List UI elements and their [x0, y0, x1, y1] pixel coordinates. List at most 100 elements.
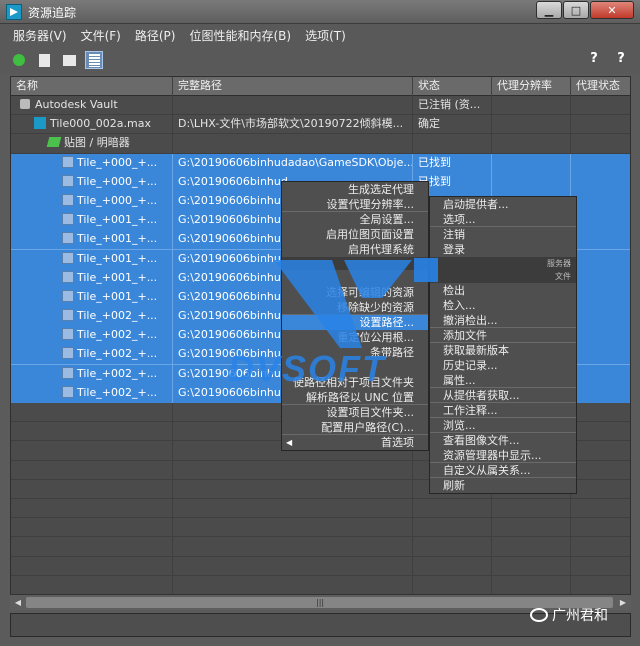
cell-proxy-resolution [492, 134, 571, 154]
menu-bitmap-performance[interactable]: 位图性能和内存(B) [182, 27, 298, 44]
left-menu-item[interactable]: 解析路径以 UNC 位置 [282, 390, 428, 405]
left-menu-item-label: 首选项 [381, 436, 414, 449]
context-help-icon[interactable]: ? [612, 51, 630, 69]
left-menu-item[interactable]: 设置路径... [282, 315, 428, 330]
cell-path: G:\20190606binhudadao\GameSDK\Obje... [173, 153, 413, 173]
left-menu-item[interactable]: 配置用户路径(C)... [282, 420, 428, 435]
column-proxy-resolution[interactable]: 代理分辨率 [492, 77, 571, 96]
row-name-text: Tile_+002_+... [77, 328, 158, 342]
empty-cell [11, 422, 173, 442]
cell-proxy-status [571, 364, 630, 384]
right-menu-item[interactable]: 检出 [430, 283, 576, 298]
left-menu-item[interactable]: 设置项目文件夹... [282, 405, 428, 420]
help-icon[interactable]: ? [585, 51, 603, 69]
empty-cell [173, 460, 413, 480]
left-menu-item[interactable]: 启用位图页面设置 [282, 227, 428, 242]
table-row[interactable]: Tile000_002a.max D:\LHX-文件\市场部软文\20190722… [11, 115, 630, 135]
empty-cell [413, 498, 492, 518]
right-menu-section-header: 服务器 [430, 257, 576, 270]
image-file-icon [62, 328, 74, 341]
empty-cell [413, 556, 492, 576]
close-button[interactable]: ✕ [590, 1, 634, 19]
right-menu-item[interactable]: 刷新 [430, 478, 576, 493]
cell-path: D:\LHX-文件\市场部软文\20190722倾斜模... [173, 115, 413, 135]
corner-badge-text: 广州君和 [552, 608, 608, 624]
column-status[interactable]: 状态 [413, 77, 492, 96]
image-file-icon [62, 289, 74, 302]
menu-path[interactable]: 路径(P) [128, 27, 183, 44]
left-menu-item[interactable] [282, 270, 428, 285]
thumbnail-view-icon[interactable] [60, 51, 78, 69]
right-menu-item[interactable]: 查看图像文件... [430, 433, 576, 448]
left-menu-item[interactable] [282, 360, 428, 375]
left-menu-item[interactable]: 生成选定代理 [282, 182, 428, 197]
cell-name: Tile_+002_+... [11, 326, 173, 346]
column-full-path[interactable]: 完整路径 [173, 77, 413, 96]
right-menu-item[interactable]: 启动提供者... [430, 197, 576, 212]
right-menu-item-label: 启动提供者... [443, 198, 509, 211]
cell-proxy-status [571, 345, 630, 365]
left-menu-item[interactable]: 使路径相对于项目文件夹 [282, 375, 428, 390]
right-menu-item[interactable]: 历史记录... [430, 358, 576, 373]
image-file-icon [62, 270, 74, 283]
right-menu-item[interactable]: 工作注释... [430, 403, 576, 418]
right-menu-item[interactable]: 撤消检出... [430, 313, 576, 328]
right-menu-item[interactable]: 添加文件 [430, 328, 576, 343]
row-name-text: Tile_+002_+... [77, 385, 158, 399]
left-menu-item[interactable]: 条带路径 [282, 345, 428, 360]
empty-cell [173, 479, 413, 499]
maximize-button[interactable]: □ [563, 1, 589, 19]
right-menu-item[interactable]: 选项... [430, 212, 576, 227]
minimize-button[interactable]: ▁ [536, 1, 562, 19]
table-view-icon[interactable] [85, 51, 103, 69]
right-menu-item[interactable]: 浏览... [430, 418, 576, 433]
scroll-right-icon[interactable]: ▶ [616, 597, 630, 609]
right-menu-item[interactable]: 属性... [430, 373, 576, 388]
column-name[interactable]: 名称 [11, 77, 173, 96]
right-menu-item[interactable]: 获取最新版本 [430, 343, 576, 358]
right-menu-item[interactable]: 检入... [430, 298, 576, 313]
cell-name: Tile_+000_+... [11, 172, 173, 192]
table-row[interactable]: Autodesk Vault 已注销 (资... [11, 96, 630, 116]
table-row[interactable]: Tile_+000_+... G:\20190606binhudadao\Game… [11, 153, 630, 173]
left-menu-item-label: 条带路径 [370, 346, 414, 359]
refresh-icon[interactable] [10, 51, 28, 69]
cell-proxy-resolution [492, 115, 571, 135]
menu-server[interactable]: 服务器(V) [6, 27, 74, 44]
scroll-left-icon[interactable]: ◀ [11, 597, 25, 609]
row-name-text: Tile_+001_+... [77, 213, 158, 227]
cell-name: Tile_+001_+... [11, 287, 173, 307]
menu-file[interactable]: 文件(F) [74, 27, 128, 44]
row-name-text: Tile_+001_+... [77, 289, 158, 303]
corner-badge: 广州君和 [530, 605, 608, 625]
window-controls: ▁ □ ✕ [536, 1, 634, 19]
left-menu-item[interactable]: 重定位公用根... [282, 330, 428, 345]
right-menu-item[interactable]: 自定义从属关系... [430, 463, 576, 478]
left-menu-item[interactable]: 全局设置... [282, 212, 428, 227]
right-menu-item[interactable]: 登录 [430, 242, 576, 257]
left-menu-item[interactable]: 设置代理分辨率... [282, 197, 428, 212]
image-file-icon [62, 385, 74, 398]
right-menu-item[interactable]: 资源管理器中显示... [430, 448, 576, 463]
left-menu-item-label: 设置代理分辨率... [326, 198, 415, 211]
left-menu-item[interactable]: ◀ 首选项 [282, 435, 428, 450]
left-menu-item[interactable]: 移除缺少的资源 [282, 300, 428, 315]
right-menu-item[interactable]: 从提供者获取... [430, 388, 576, 403]
list-view-icon[interactable] [35, 51, 53, 69]
cell-name: Autodesk Vault [11, 96, 173, 115]
cell-name: Tile_+000_+... [11, 153, 173, 173]
menu-options[interactable]: 选项(T) [298, 27, 353, 44]
left-menu-item-label: 解析路径以 UNC 位置 [306, 391, 414, 404]
right-menu-item-label: 历史记录... [443, 359, 498, 372]
right-menu-item[interactable]: 注销 [430, 227, 576, 242]
empty-cell [11, 537, 173, 557]
left-menu-item[interactable]: 启用代理系统 [282, 242, 428, 257]
right-menu-item-label: 获取最新版本 [443, 344, 509, 357]
scroll-thumb[interactable]: ||| [26, 597, 613, 608]
table-row[interactable]: 贴图 / 明暗器 [11, 134, 630, 154]
cell-name: Tile_+001_+... [11, 268, 173, 288]
left-menu-item-label: 启用位图页面设置 [326, 228, 414, 241]
column-proxy-status[interactable]: 代理状态 [571, 77, 630, 96]
left-menu-item[interactable]: 选择可编辑的资源 [282, 285, 428, 300]
cell-name: Tile_+001_+... [11, 230, 173, 250]
